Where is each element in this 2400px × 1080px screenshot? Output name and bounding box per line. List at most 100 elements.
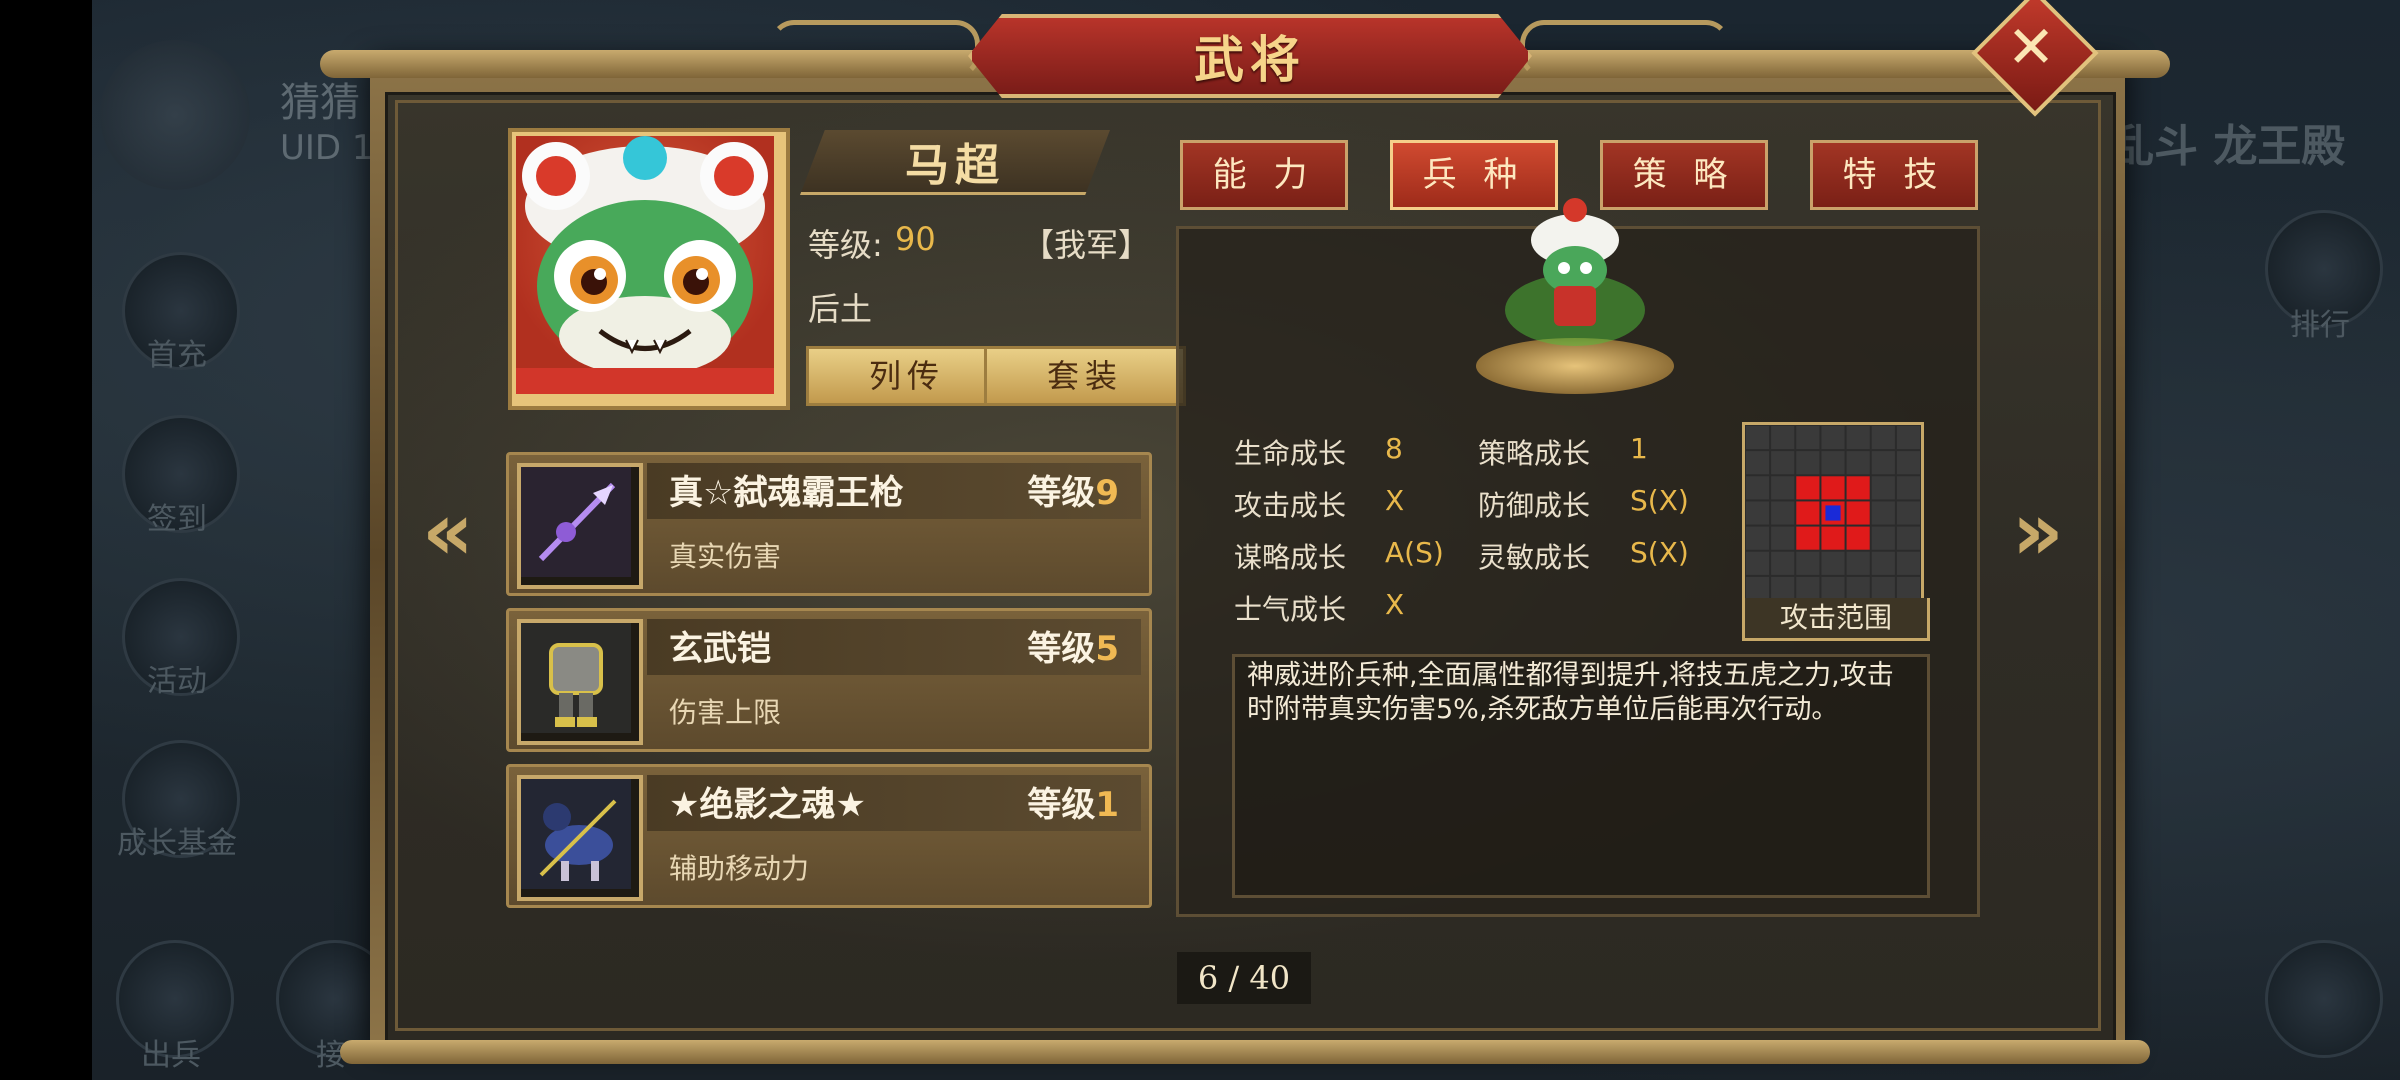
stat-value: 1 (1630, 432, 1648, 465)
side-menu-label: 成长基金 (117, 826, 237, 861)
side-menu-label: 活动 (147, 664, 207, 699)
ranking-label: 排行 (2290, 308, 2350, 343)
stat-label: 灵敏成长 (1478, 541, 1591, 574)
range-cell (1796, 551, 1820, 575)
range-cell (1821, 551, 1845, 575)
equipment-desc: 真实伤害 (669, 540, 782, 573)
range-cell (1846, 451, 1870, 475)
troop-sprite (1490, 190, 1660, 360)
equipment-desc: 伤害上限 (669, 696, 782, 729)
stat-value: X (1385, 588, 1405, 621)
range-cell (1746, 501, 1770, 525)
range-cell (1796, 476, 1820, 500)
range-cell (1821, 576, 1845, 600)
range-cell (1796, 526, 1820, 550)
range-cell (1771, 426, 1795, 450)
range-cell (1896, 501, 1920, 525)
range-cell (1771, 476, 1795, 500)
range-cell (1846, 526, 1870, 550)
range-cell (1771, 526, 1795, 550)
close-icon[interactable]: ✕ (2000, 16, 2062, 78)
side-menu-label: 签到 (147, 502, 207, 537)
range-cell (1746, 451, 1770, 475)
range-cell (1846, 426, 1870, 450)
stat-value: A(S) (1385, 536, 1444, 569)
range-cell (1796, 576, 1820, 600)
level-label: 等级: (808, 226, 883, 264)
stat-label: 士气成长 (1234, 593, 1347, 626)
troop-description-box: 神威进阶兵种,全面属性都得到提升,将技五虎之力,攻击时附带真实伤害5%,杀死敌方… (1232, 654, 1930, 898)
stat-label: 防御成长 (1478, 489, 1591, 522)
general-portrait (516, 136, 774, 394)
general-name: 马超 (905, 140, 1005, 191)
range-center-cell (1825, 505, 1841, 521)
range-cell (1746, 426, 1770, 450)
range-cell (1871, 476, 1895, 500)
range-cell (1746, 476, 1770, 500)
range-cell (1846, 551, 1870, 575)
troop-description: 神威进阶兵种,全面属性都得到提升,将技五虎之力,攻击时附带真实伤害5%,杀死敌方… (1247, 660, 1894, 725)
stat-label: 攻击成长 (1234, 489, 1347, 522)
range-cell (1871, 526, 1895, 550)
background-event-title: 乱斗 龙王殿 (2110, 121, 2346, 172)
range-cell (1896, 426, 1920, 450)
range-cell (1871, 426, 1895, 450)
next-general-arrow-icon[interactable]: » (2012, 492, 2068, 572)
player-nickname: 猜猜 (280, 80, 360, 126)
equipment-set-button[interactable]: 套装 (984, 346, 1186, 406)
faction-label: 【我军】 (1022, 226, 1151, 264)
prev-general-arrow-icon[interactable]: « (422, 492, 478, 572)
armor-icon (517, 619, 643, 745)
stat-label: 谋略成长 (1234, 541, 1347, 574)
tab-ability[interactable]: 能 力 (1180, 140, 1348, 210)
equipment-row-armor[interactable]: 玄武铠 等级5 伤害上限 (506, 608, 1152, 752)
range-cell (1846, 476, 1870, 500)
equipment-level: 等级1 (1027, 785, 1119, 825)
range-cell (1896, 476, 1920, 500)
dialog-title: 武将 (1194, 30, 1306, 89)
player-avatar[interactable] (100, 40, 250, 190)
range-cell (1896, 526, 1920, 550)
dialog-title-banner: 武将 (968, 14, 1532, 98)
menu-icon[interactable] (2265, 940, 2383, 1058)
range-cell (1846, 576, 1870, 600)
range-cell (1796, 426, 1820, 450)
player-uid: UID 1 (280, 128, 374, 168)
range-cell (1896, 576, 1920, 600)
range-cell (1821, 426, 1845, 450)
equipment-level: 等级9 (1027, 473, 1119, 513)
range-cell (1846, 501, 1870, 525)
scroll-ornament-right (1520, 20, 1730, 78)
side-menu-label: 首充 (147, 338, 207, 373)
level-value: 90 (895, 220, 936, 258)
screen-edge (0, 0, 92, 1080)
equipment-desc: 辅助移动力 (669, 852, 810, 885)
range-cell (1871, 501, 1895, 525)
range-cell (1871, 551, 1895, 575)
range-cell (1821, 526, 1845, 550)
range-cell (1771, 501, 1795, 525)
range-cell (1896, 551, 1920, 575)
range-cell (1871, 451, 1895, 475)
biography-button[interactable]: 列传 (806, 346, 1008, 406)
range-cell (1746, 551, 1770, 575)
stat-value: S(X) (1630, 536, 1689, 569)
equipment-name: ★绝影之魂★ (669, 785, 866, 825)
equipment-level: 等级5 (1027, 629, 1119, 669)
range-cell (1771, 551, 1795, 575)
attack-range-grid (1742, 422, 1924, 604)
stat-label: 策略成长 (1478, 437, 1591, 470)
stat-value: X (1385, 484, 1405, 517)
range-cell (1871, 576, 1895, 600)
attack-range-label: 攻击范围 (1742, 598, 1930, 641)
tab-special-skill[interactable]: 特 技 (1810, 140, 1978, 210)
dialog-bottom-bar (340, 1040, 2150, 1064)
stat-value: S(X) (1630, 484, 1689, 517)
range-cell (1796, 501, 1820, 525)
equipment-row-weapon[interactable]: 真☆弑魂霸王枪 等级9 真实伤害 (506, 452, 1152, 596)
side-menu-label: 出兵 (141, 1038, 201, 1073)
range-cell (1771, 576, 1795, 600)
range-cell (1821, 451, 1845, 475)
stat-label: 生命成长 (1234, 437, 1347, 470)
equipment-row-mount[interactable]: ★绝影之魂★ 等级1 辅助移动力 (506, 764, 1152, 908)
